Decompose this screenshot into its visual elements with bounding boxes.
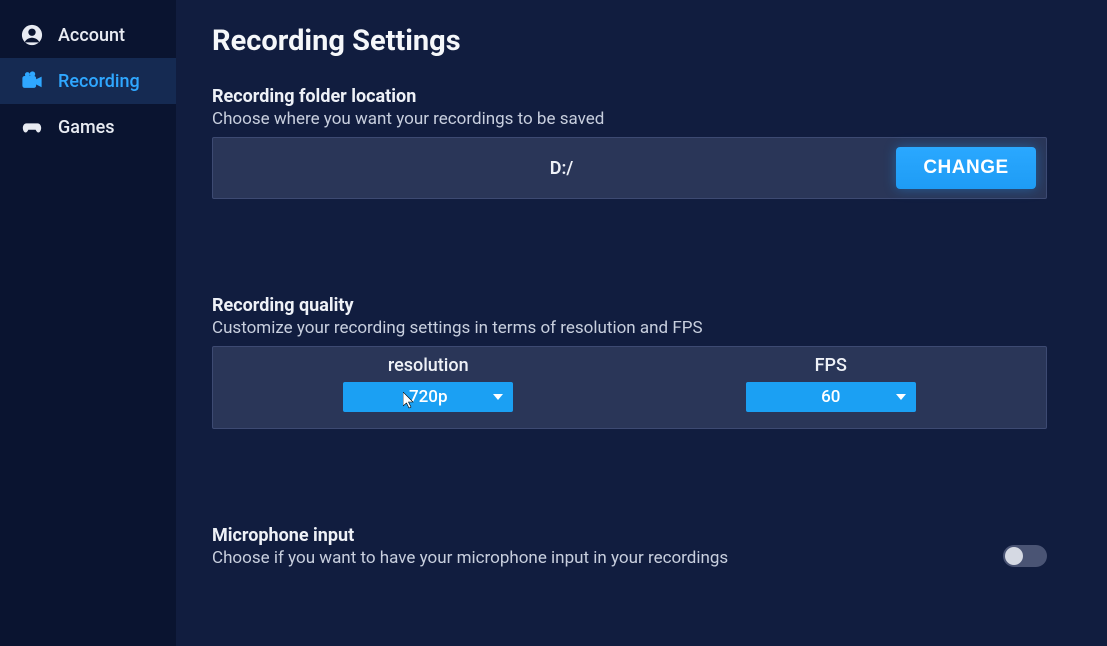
fps-value: 60 [746,387,916,407]
page-title: Recording Settings [212,24,1047,58]
resolution-label: resolution [388,355,469,376]
mic-desc: Choose if you want to have your micropho… [212,548,1003,568]
fps-column: FPS 60 [630,355,1033,412]
resolution-dropdown[interactable]: 720p [343,382,513,412]
quality-section: Recording quality Customize your recordi… [212,295,1047,429]
account-icon [20,23,44,47]
mic-title: Microphone input [212,525,1003,546]
quality-title: Recording quality [212,295,1047,316]
folder-title: Recording folder location [212,86,1047,107]
quality-box: resolution 720p FPS 60 [212,346,1047,429]
fps-label: FPS [815,355,847,376]
mic-toggle[interactable] [1003,545,1047,567]
sidebar-item-label: Account [58,25,125,46]
chevron-down-icon [896,394,906,400]
camera-icon [20,69,44,93]
main-content: Recording Settings Recording folder loca… [176,0,1107,646]
sidebar-item-games[interactable]: Games [0,104,176,150]
sidebar-item-account[interactable]: Account [0,12,176,58]
mic-section: Microphone input Choose if you want to h… [212,525,1047,576]
chevron-down-icon [493,394,503,400]
gamepad-icon [20,115,44,139]
sidebar: Account Recording Games [0,0,176,646]
folder-path: D:/ [227,158,896,179]
folder-section: Recording folder location Choose where y… [212,86,1047,199]
sidebar-item-label: Recording [58,71,140,92]
sidebar-item-recording[interactable]: Recording [0,58,176,104]
folder-box: D:/ CHANGE [212,137,1047,199]
resolution-value: 720p [343,387,513,407]
change-button[interactable]: CHANGE [896,147,1036,189]
sidebar-item-label: Games [58,117,115,138]
toggle-knob [1005,547,1023,565]
quality-desc: Customize your recording settings in ter… [212,318,1047,338]
resolution-column: resolution 720p [227,355,630,412]
fps-dropdown[interactable]: 60 [746,382,916,412]
folder-desc: Choose where you want your recordings to… [212,109,1047,129]
